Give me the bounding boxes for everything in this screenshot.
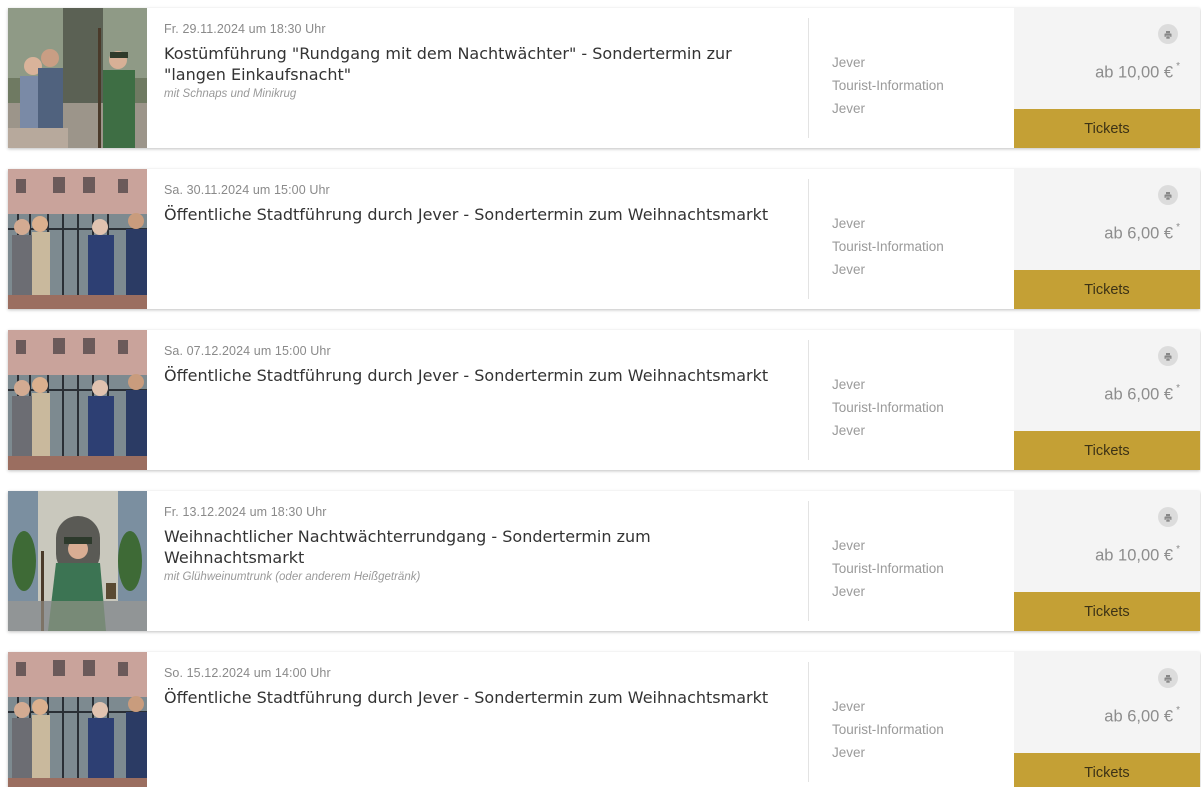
tickets-button[interactable]: Tickets (1014, 753, 1200, 787)
tickets-button[interactable]: Tickets (1014, 270, 1200, 309)
price-panel: ab 10,00 € * Tickets (1014, 8, 1200, 148)
print-icon (1163, 347, 1173, 366)
event-date: Fr. 29.11.2024 um 18:30 Uhr (164, 22, 326, 36)
tickets-button[interactable]: Tickets (1014, 592, 1200, 631)
price-value: ab 6,00 € (1104, 385, 1174, 404)
event-card: Fr. 13.12.2024 um 18:30 Uhr Weihnachtlic… (8, 491, 1200, 631)
price-value: ab 6,00 € (1104, 224, 1174, 243)
location-town: Jever (832, 101, 866, 116)
price-footnote-mark: * (1176, 61, 1180, 72)
event-location: Jever Tourist-Information Jever (809, 169, 1014, 309)
location-venue: Tourist-Information (832, 722, 944, 737)
price-footnote-mark: * (1176, 544, 1180, 555)
event-title[interactable]: Öffentliche Stadtführung durch Jever - S… (164, 687, 790, 708)
location-venue: Tourist-Information (832, 400, 944, 415)
event-info: Fr. 13.12.2024 um 18:30 Uhr Weihnachtlic… (147, 491, 808, 631)
price-panel: ab 6,00 € * Tickets (1014, 652, 1200, 787)
event-image[interactable] (8, 652, 147, 787)
location-venue: Tourist-Information (832, 239, 944, 254)
event-info: So. 15.12.2024 um 14:00 Uhr Öffentliche … (147, 652, 808, 787)
event-date: Sa. 07.12.2024 um 15:00 Uhr (164, 344, 331, 358)
event-card: Fr. 29.11.2024 um 18:30 Uhr Kostümführun… (8, 8, 1200, 148)
event-info: Sa. 30.11.2024 um 15:00 Uhr Öffentliche … (147, 169, 808, 309)
price-footnote-mark: * (1176, 383, 1180, 394)
event-location: Jever Tourist-Information Jever (809, 330, 1014, 470)
location-town: Jever (832, 745, 866, 760)
location-venue: Tourist-Information (832, 561, 944, 576)
location-city: Jever (832, 699, 866, 714)
price-value: ab 10,00 € (1095, 546, 1174, 565)
location-town: Jever (832, 584, 866, 599)
event-image[interactable] (8, 8, 147, 148)
event-card: So. 15.12.2024 um 14:00 Uhr Öffentliche … (8, 652, 1200, 787)
event-title[interactable]: Öffentliche Stadtführung durch Jever - S… (164, 204, 790, 225)
event-image[interactable] (8, 491, 147, 631)
price-panel: ab 10,00 € * Tickets (1014, 491, 1200, 631)
location-city: Jever (832, 377, 866, 392)
event-image[interactable] (8, 330, 147, 470)
print-button[interactable] (1158, 507, 1178, 527)
location-city: Jever (832, 55, 866, 70)
event-list: Fr. 29.11.2024 um 18:30 Uhr Kostümführun… (0, 0, 1201, 787)
event-title[interactable]: Öffentliche Stadtführung durch Jever - S… (164, 365, 790, 386)
event-image[interactable] (8, 169, 147, 309)
event-subtitle: mit Glühweinumtrunk (oder anderem Heißge… (164, 571, 421, 583)
tickets-button[interactable]: Tickets (1014, 431, 1200, 470)
event-price: ab 10,00 € * (1095, 61, 1180, 83)
print-icon (1163, 669, 1173, 688)
print-button[interactable] (1158, 185, 1178, 205)
location-city: Jever (832, 538, 866, 553)
price-footnote-mark: * (1176, 705, 1180, 716)
location-city: Jever (832, 216, 866, 231)
event-date: Sa. 30.11.2024 um 15:00 Uhr (164, 183, 330, 197)
location-venue: Tourist-Information (832, 78, 944, 93)
event-location: Jever Tourist-Information Jever (809, 491, 1014, 631)
print-icon (1163, 508, 1173, 527)
event-title[interactable]: Weihnachtlicher Nachtwächterrundgang - S… (164, 526, 790, 568)
location-town: Jever (832, 423, 866, 438)
event-info: Fr. 29.11.2024 um 18:30 Uhr Kostümführun… (147, 8, 808, 148)
price-panel: ab 6,00 € * Tickets (1014, 330, 1200, 470)
event-title[interactable]: Kostümführung "Rundgang mit dem Nachtwäc… (164, 43, 790, 85)
event-date: So. 15.12.2024 um 14:00 Uhr (164, 666, 331, 680)
location-town: Jever (832, 262, 866, 277)
price-value: ab 6,00 € (1104, 707, 1174, 726)
price-footnote-mark: * (1176, 222, 1180, 233)
print-button[interactable] (1158, 668, 1178, 688)
event-date: Fr. 13.12.2024 um 18:30 Uhr (164, 505, 327, 519)
event-card: Sa. 07.12.2024 um 15:00 Uhr Öffentliche … (8, 330, 1200, 470)
print-icon (1163, 25, 1173, 44)
print-button[interactable] (1158, 346, 1178, 366)
tickets-button[interactable]: Tickets (1014, 109, 1200, 148)
event-price: ab 6,00 € * (1104, 383, 1180, 405)
print-button[interactable] (1158, 24, 1178, 44)
event-price: ab 6,00 € * (1104, 222, 1180, 244)
event-card: Sa. 30.11.2024 um 15:00 Uhr Öffentliche … (8, 169, 1200, 309)
event-info: Sa. 07.12.2024 um 15:00 Uhr Öffentliche … (147, 330, 808, 470)
event-price: ab 10,00 € * (1095, 544, 1180, 566)
event-location: Jever Tourist-Information Jever (809, 652, 1014, 787)
event-location: Jever Tourist-Information Jever (809, 8, 1014, 148)
price-value: ab 10,00 € (1095, 63, 1174, 82)
price-panel: ab 6,00 € * Tickets (1014, 169, 1200, 309)
print-icon (1163, 186, 1173, 205)
event-price: ab 6,00 € * (1104, 705, 1180, 727)
event-subtitle: mit Schnaps und Minikrug (164, 88, 297, 100)
